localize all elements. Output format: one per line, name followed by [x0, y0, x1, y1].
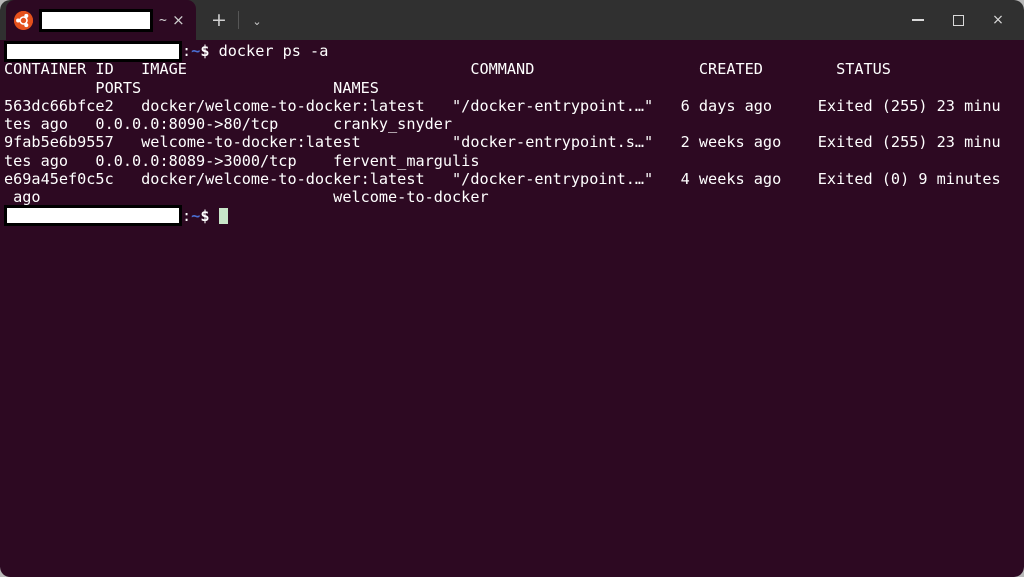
- desktop-background: ~ × + ⌄ × :~$ docker ps -a CONTAINER ID …: [0, 0, 1024, 577]
- window-titlebar: ~ × + ⌄ ×: [0, 0, 1024, 40]
- minimize-button[interactable]: [898, 4, 938, 36]
- new-tab-button[interactable]: +: [206, 7, 232, 33]
- output-line: CONTAINER ID IMAGE COMMAND CREATED STATU…: [4, 60, 891, 79]
- maximize-button[interactable]: [938, 4, 978, 36]
- prompt-tilde: ~: [191, 206, 201, 225]
- minimize-icon: [912, 19, 924, 21]
- terminal-window: ~ × + ⌄ × :~$ docker ps -a CONTAINER ID …: [0, 0, 1024, 577]
- close-tab-icon[interactable]: ×: [167, 8, 190, 32]
- prompt-line-command: :~$ docker ps -a: [4, 40, 1024, 62]
- tab-title-redacted: [39, 8, 153, 32]
- chevron-down-icon[interactable]: ⌄: [245, 9, 269, 33]
- prompt-colon: :: [182, 206, 192, 225]
- prompt-tilde: ~: [191, 42, 201, 60]
- prompt-line-current[interactable]: :~$: [4, 205, 1024, 227]
- table-row: ago welcome-to-docker: [4, 188, 489, 207]
- terminal-tab-active[interactable]: ~ ×: [6, 0, 196, 40]
- output-line: PORTS NAMES: [4, 78, 379, 97]
- prompt-user-host-redacted: [4, 205, 182, 227]
- table-row: e69a45ef0c5c docker/welcome-to-docker:la…: [4, 170, 1001, 189]
- close-window-button[interactable]: ×: [978, 4, 1018, 36]
- table-row: tes ago 0.0.0.0:8090->80/tcp cranky_snyd…: [4, 115, 453, 134]
- ubuntu-logo-icon: [14, 10, 33, 30]
- terminal-output-area[interactable]: :~$ docker ps -a CONTAINER ID IMAGE COMM…: [0, 40, 1024, 577]
- prompt-user-host-redacted: [4, 40, 182, 62]
- prompt-colon: :: [182, 42, 192, 60]
- maximize-icon: [952, 14, 964, 26]
- titlebar-separator: [238, 11, 239, 29]
- window-controls: ×: [898, 0, 1024, 40]
- table-row: 9fab5e6b9557 welcome-to-docker:latest "d…: [4, 133, 1001, 152]
- table-row: 563dc66bfce2 docker/welcome-to-docker:la…: [4, 96, 1001, 115]
- table-row: tes ago 0.0.0.0:8089->3000/tcp fervent_m…: [4, 151, 480, 170]
- terminal-command: docker ps -a: [218, 42, 329, 60]
- tab-path-label: ~: [159, 12, 167, 28]
- terminal-cursor: [218, 207, 229, 224]
